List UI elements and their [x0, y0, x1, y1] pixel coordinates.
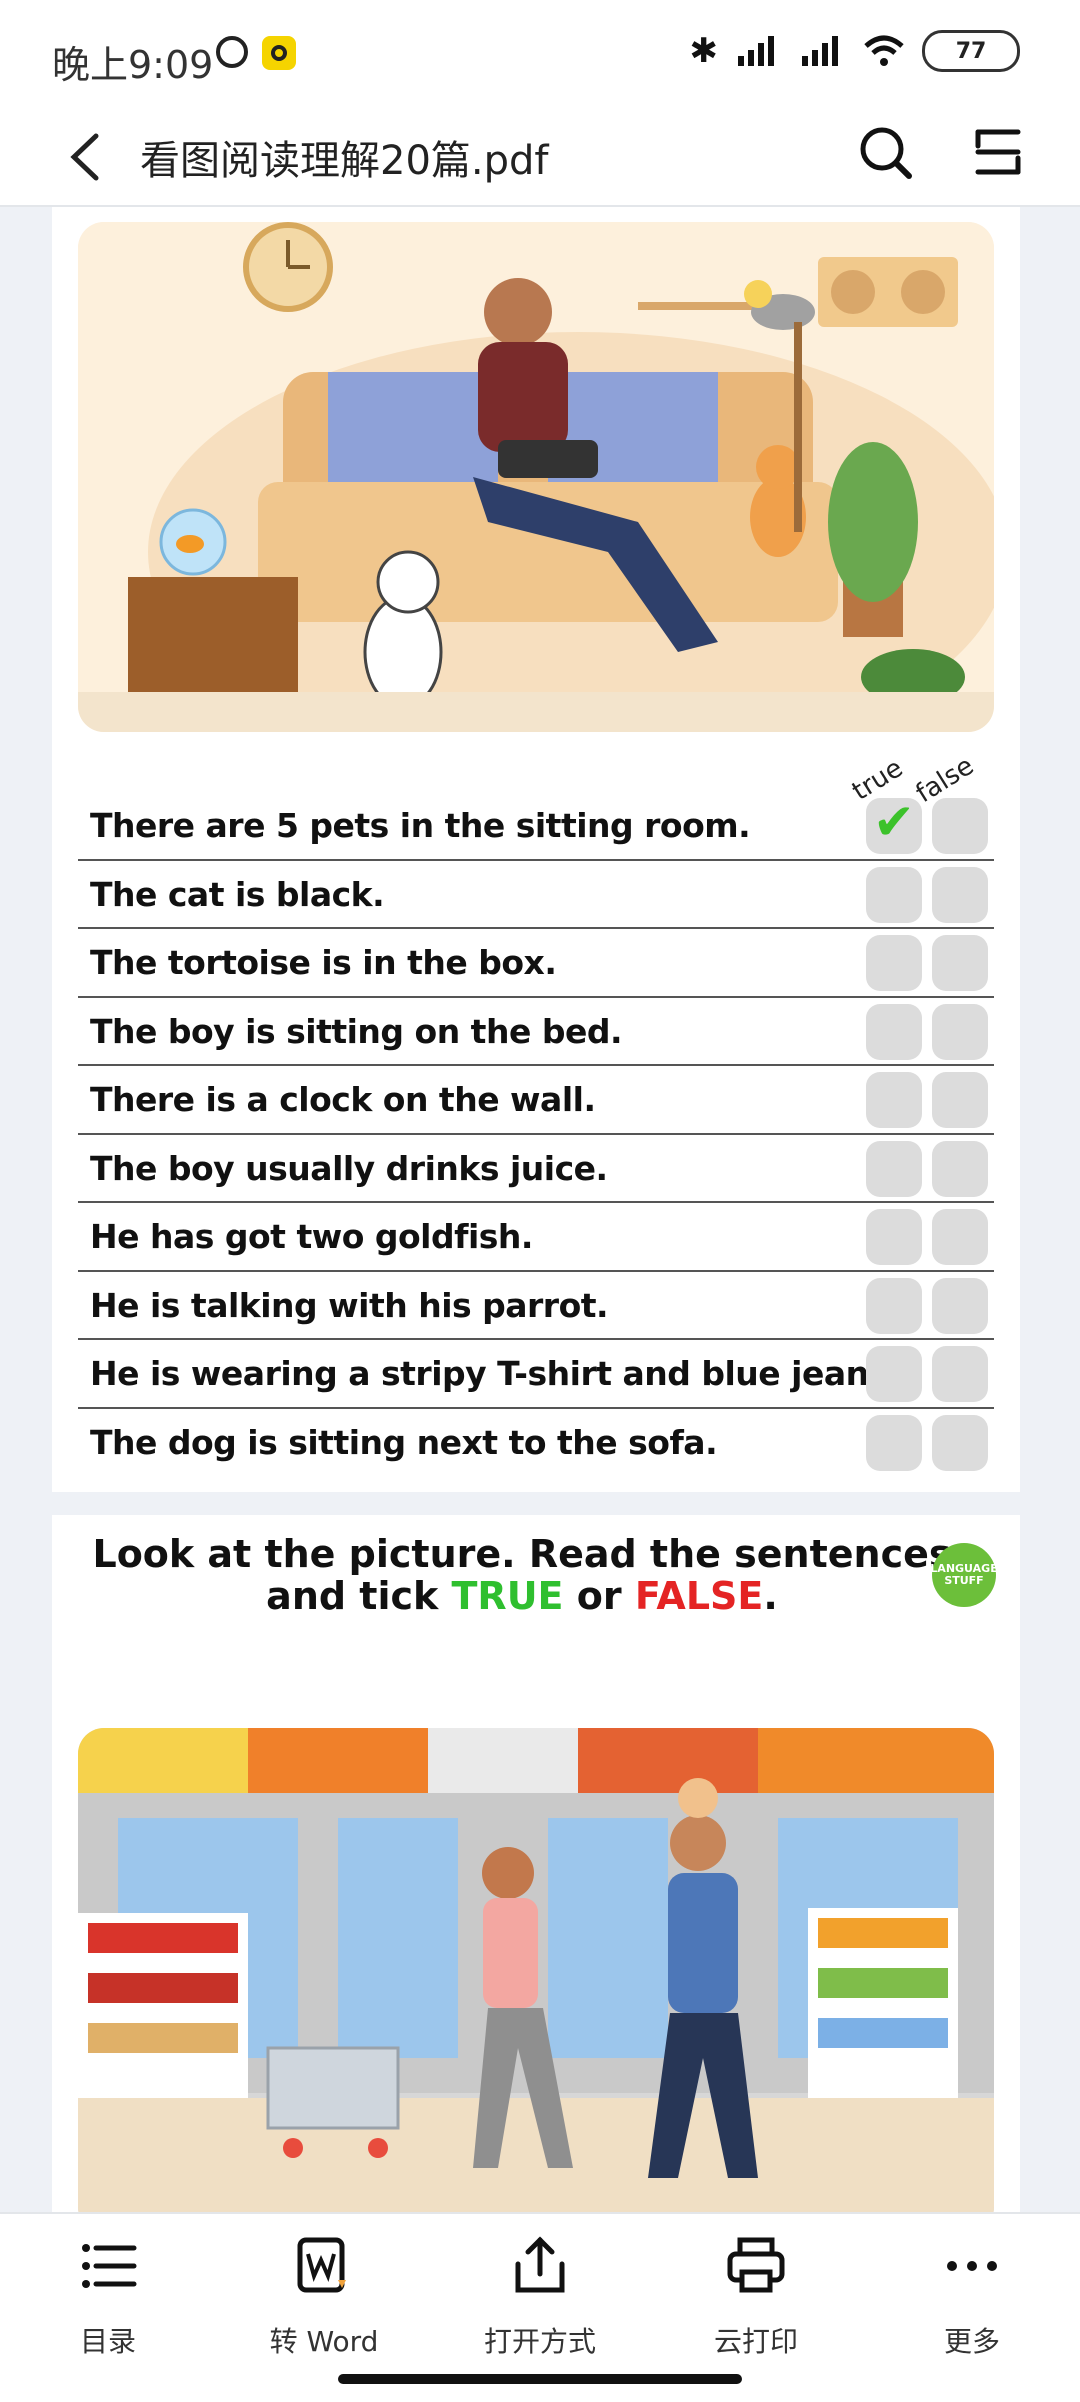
pdf-viewport[interactable]: true false There are 5 pets in the sitti…: [0, 207, 1080, 2212]
bottom-toolbar: 目录 转 Word 打开方式 云打印 更多: [0, 2212, 1080, 2402]
document-title: 看图阅读理解20篇.pdf: [140, 138, 549, 184]
true-word: TRUE: [451, 1574, 564, 1618]
wifi-icon: [864, 35, 904, 66]
question-row: The dog is sitting next to the sofa.: [78, 1409, 994, 1476]
convert-label: 转 Word: [269, 2325, 379, 2358]
instruction-line-1: Look at the picture. Read the sentences: [92, 1532, 952, 1576]
page-instruction-title: Look at the picture. Read the sentences …: [92, 1533, 952, 1617]
question-row: The boy is sitting on the bed.: [78, 998, 994, 1066]
battery-icon: 77: [922, 30, 1020, 72]
language-stuff-logo: LANGUAGE STUFF: [930, 1543, 998, 1607]
alarm-icon: [216, 36, 248, 68]
false-checkbox[interactable]: [932, 1346, 988, 1402]
share-icon: [515, 2236, 565, 2293]
false-checkbox[interactable]: [932, 1003, 988, 1060]
false-checkbox[interactable]: [932, 1414, 988, 1471]
question-row: The tortoise is in the box.: [78, 929, 994, 998]
status-icons: ✱ 77: [689, 30, 1020, 72]
more-label: 更多: [943, 2325, 1000, 2358]
cloud-print-label: 云打印: [713, 2325, 798, 2358]
printer-icon: [727, 2237, 785, 2293]
true-checkbox[interactable]: [866, 935, 922, 991]
question-text: There are 5 pets in the sitting room.: [90, 806, 751, 845]
bluetooth-icon: ✱: [689, 31, 719, 71]
supermarket-illustration: [78, 1728, 994, 2212]
instruction-or: or: [563, 1574, 635, 1618]
cloud-print-button[interactable]: 云打印: [656, 2234, 856, 2360]
false-word: FALSE: [634, 1574, 764, 1618]
question-text: He has got two goldfish.: [90, 1217, 533, 1256]
question-text: The boy usually drinks juice.: [90, 1148, 608, 1188]
menu-icon[interactable]: [970, 124, 1026, 180]
question-row: There are 5 pets in the sitting room. ✔: [78, 792, 994, 861]
true-checkbox[interactable]: [866, 866, 922, 923]
false-checkbox[interactable]: [932, 1209, 988, 1265]
question-row: The boy usually drinks juice.: [78, 1135, 994, 1203]
home-indicator[interactable]: [338, 2374, 742, 2384]
true-checkbox[interactable]: [866, 1072, 922, 1128]
status-time: 晚上9:09: [52, 43, 214, 87]
search-icon[interactable]: [855, 122, 915, 182]
false-checkbox[interactable]: [932, 935, 988, 991]
pdf-page: Look at the picture. Read the sentences …: [52, 1515, 1020, 2212]
question-text: He is wearing a stripy T-shirt and blue …: [90, 1354, 900, 1393]
false-checkbox[interactable]: [932, 1140, 988, 1197]
list-icon: [82, 2244, 137, 2288]
question-row: He is talking with his parrot.: [78, 1272, 994, 1340]
false-checkbox[interactable]: [932, 1277, 988, 1334]
toc-label: 目录: [79, 2325, 136, 2358]
app-notification-icon: [262, 36, 296, 70]
pdf-page: true false There are 5 pets in the sitti…: [52, 207, 1020, 1492]
instruction-text: and tick: [266, 1574, 452, 1618]
toc-button[interactable]: 目录: [8, 2234, 208, 2360]
question-list: There are 5 pets in the sitting room. ✔ Th…: [78, 792, 994, 1475]
living-room-illustration: [78, 222, 994, 732]
question-row: He is wearing a stripy T-shirt and blue …: [78, 1340, 994, 1409]
open-with-button[interactable]: 打开方式: [440, 2234, 640, 2360]
question-text: The tortoise is in the box.: [90, 943, 557, 982]
true-checkbox[interactable]: ✔: [866, 793, 922, 854]
true-checkbox[interactable]: [866, 1003, 922, 1060]
top-navigation-bar: 看图阅读理解20篇.pdf: [0, 110, 1080, 207]
back-arrow-icon[interactable]: [62, 130, 110, 184]
false-checkbox[interactable]: [932, 798, 988, 854]
check-icon: ✔: [873, 793, 915, 851]
question-row: He has got two goldfish.: [78, 1203, 994, 1272]
instruction-period: .: [763, 1574, 778, 1618]
question-text: The cat is black.: [90, 874, 385, 914]
true-checkbox[interactable]: [866, 1277, 922, 1334]
true-checkbox[interactable]: [866, 1140, 922, 1197]
true-checkbox[interactable]: [866, 1414, 922, 1471]
false-checkbox[interactable]: [932, 1072, 988, 1128]
question-text: The boy is sitting on the bed.: [90, 1011, 622, 1051]
question-row: The cat is black.: [78, 861, 994, 929]
true-checkbox[interactable]: [866, 1346, 922, 1402]
more-icon: [947, 2261, 997, 2271]
more-button[interactable]: 更多: [872, 2234, 1072, 2360]
signal-hd-icon: [738, 36, 774, 66]
word-convert-icon: [297, 2237, 346, 2293]
false-checkbox[interactable]: [932, 866, 988, 923]
instruction-line-2: and tick TRUE or FALSE.: [92, 1575, 952, 1617]
true-checkbox[interactable]: [866, 1209, 922, 1265]
signal-hd-icon: [802, 36, 838, 66]
convert-to-word-button[interactable]: 转 Word: [224, 2234, 424, 2360]
question-text: He is talking with his parrot.: [90, 1285, 609, 1325]
question-text: There is a clock on the wall.: [90, 1080, 596, 1119]
question-row: There is a clock on the wall.: [78, 1066, 994, 1135]
status-bar: 晚上9:09 ✱ 77: [0, 0, 1080, 110]
open-with-label: 打开方式: [483, 2325, 596, 2358]
question-text: The dog is sitting next to the sofa.: [90, 1422, 718, 1462]
